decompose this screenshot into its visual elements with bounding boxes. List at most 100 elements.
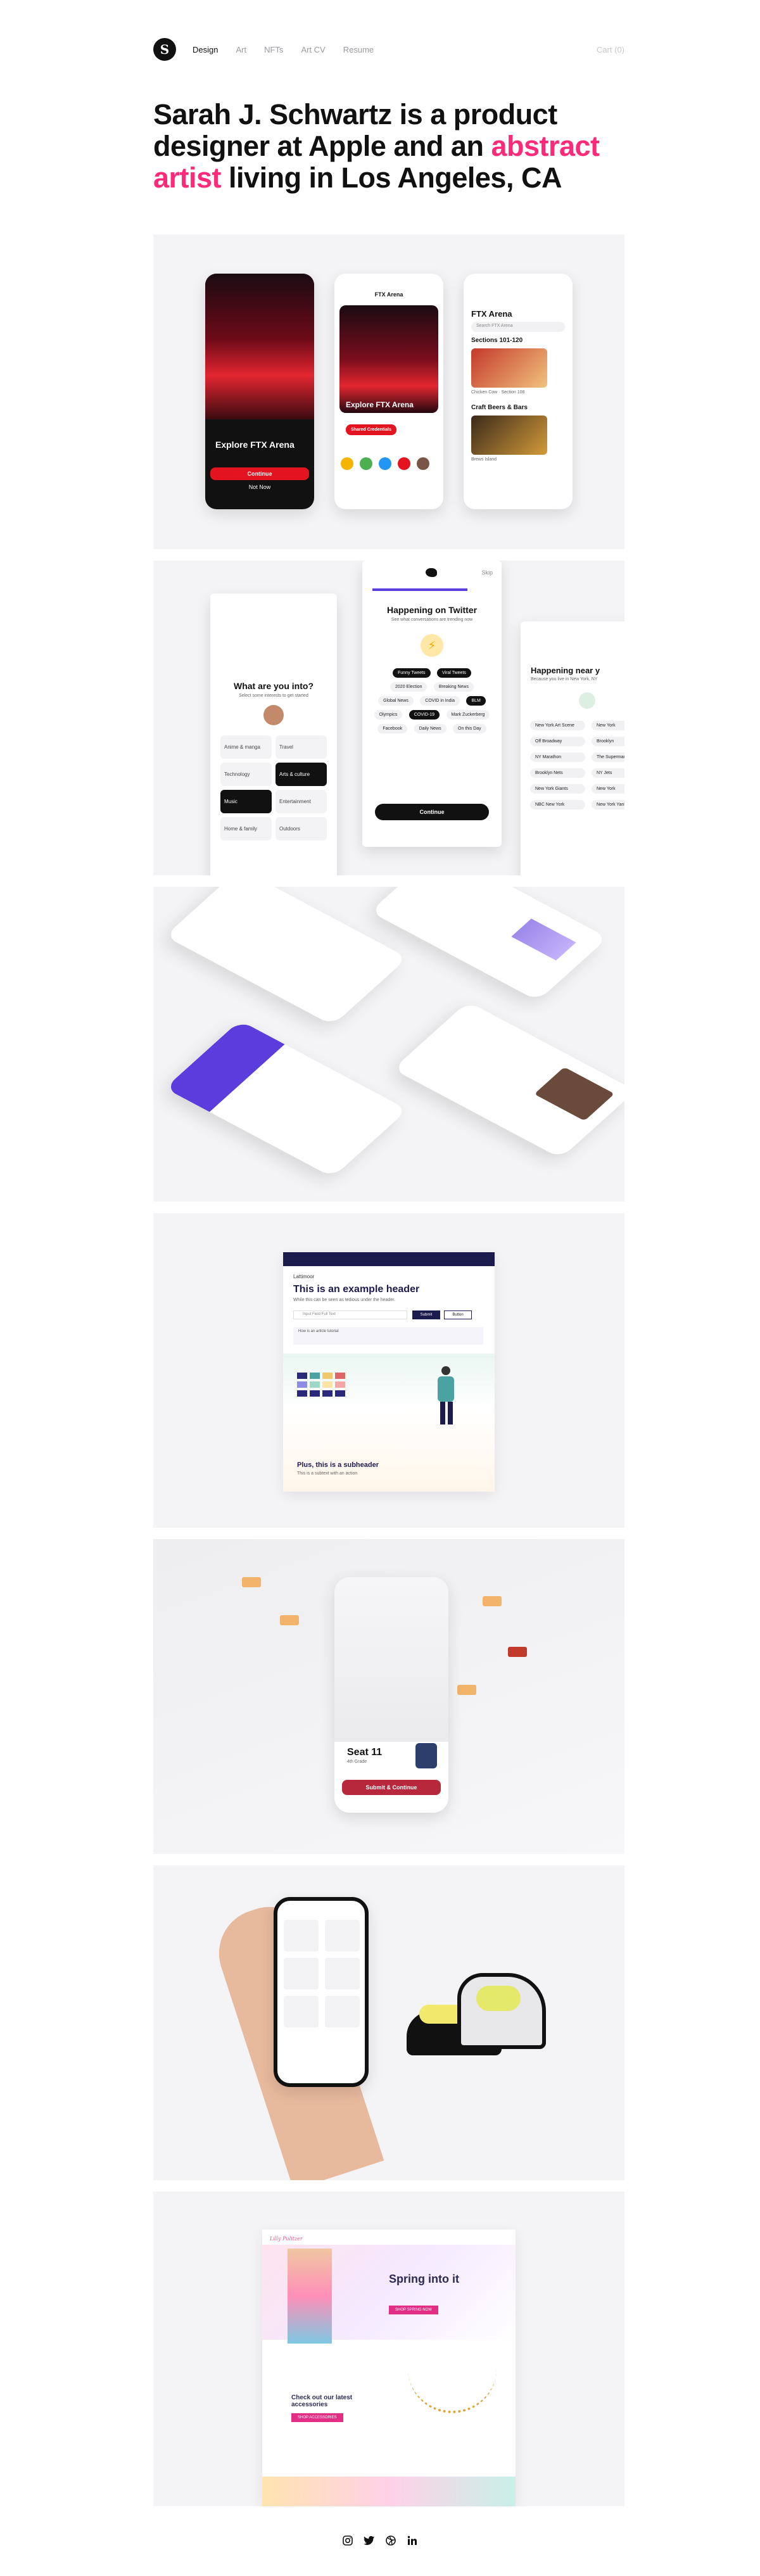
product-card[interactable] — [325, 1920, 360, 1951]
instagram-icon[interactable] — [341, 2534, 354, 2547]
food-image[interactable] — [471, 348, 547, 388]
pill[interactable]: New York — [592, 784, 624, 794]
pill[interactable]: Viral Tweets — [437, 668, 471, 678]
project-isometric-app[interactable] — [153, 887, 624, 1202]
interest-tile[interactable]: Travel — [276, 735, 327, 759]
product-card[interactable] — [284, 1920, 319, 1951]
seat-title: Seat 11 — [347, 1747, 383, 1758]
purple-header — [165, 1020, 285, 1112]
pill[interactable]: Facebook — [377, 724, 408, 733]
search-input[interactable]: Search FTX Arena — [471, 322, 565, 332]
pill[interactable]: COVID in India — [420, 696, 460, 706]
continue-button[interactable]: Continue — [375, 804, 489, 820]
not-now-link[interactable]: Not Now — [205, 484, 314, 490]
twitter-icon[interactable] — [363, 2534, 376, 2547]
seat-map[interactable] — [334, 1577, 448, 1742]
pill[interactable]: New York Art Scene — [530, 721, 585, 730]
nav-links: Design Art NFTs Art CV Resume — [193, 45, 374, 54]
chair-icon — [415, 1743, 437, 1768]
bottom-banner — [262, 2477, 516, 2506]
project-twitter-onboarding[interactable]: What are you into? Select some interests… — [153, 561, 624, 875]
progress-bar — [372, 588, 467, 591]
interest-tile-selected[interactable]: Arts & culture — [276, 763, 327, 786]
product-card[interactable] — [284, 1996, 319, 2027]
ftx-card-title: Explore FTX Arena — [346, 400, 414, 409]
shared-credentials-button[interactable]: Shared Credentials — [346, 424, 396, 435]
interest-tile[interactable]: Outdoors — [276, 817, 327, 841]
pill[interactable]: NBC New York — [530, 800, 585, 809]
beer-image[interactable] — [471, 416, 547, 455]
doc-input[interactable]: Input Field Full Text — [293, 1310, 407, 1319]
continue-button[interactable]: Continue — [210, 467, 309, 480]
interest-tile[interactable]: Entertainment — [276, 790, 327, 813]
cart-link[interactable]: Cart (0) — [597, 45, 624, 54]
submit-button[interactable]: Submit — [412, 1310, 440, 1319]
pill[interactable]: New York Yankees — [592, 800, 624, 809]
top-nav: S Design Art NFTs Art CV Resume Cart (0) — [153, 37, 624, 62]
shop-spring-button[interactable]: SHOP SPRING NOW — [389, 2306, 438, 2314]
nav-link-art-cv[interactable]: Art CV — [301, 45, 325, 54]
secondary-button[interactable]: Button — [444, 1310, 472, 1319]
seat-sub: 4th Grade — [347, 1760, 367, 1764]
pill[interactable]: New York Giants — [530, 784, 585, 794]
nav-link-resume[interactable]: Resume — [343, 45, 374, 54]
pill[interactable]: Breaking News — [433, 682, 474, 692]
brand-logo[interactable]: Lilly Pulitzer — [270, 2236, 303, 2242]
pill[interactable]: The Supermarket — [592, 752, 624, 762]
twitter-phone-left: What are you into? Select some interests… — [210, 593, 337, 875]
seat-phone: Seat 11 4th Grade Submit & Continue — [334, 1577, 448, 1813]
pill[interactable]: BLM — [466, 696, 486, 706]
shop-accessories-button[interactable]: SHOP ACCESSORIES — [291, 2413, 343, 2422]
pill[interactable]: Brooklyn — [592, 737, 624, 746]
ftx-phone-2: FTX Arena Explore FTX Arena Shared Crede… — [334, 274, 443, 509]
product-card[interactable] — [325, 1996, 360, 2027]
pill[interactable]: 2020 Election — [390, 682, 428, 692]
project-lilly-pulitzer[interactable]: Lilly Pulitzer Spring into it SHOP SPRIN… — [153, 2192, 624, 2506]
pill[interactable]: Off Broadway — [530, 737, 585, 746]
product-card[interactable] — [325, 1958, 360, 1989]
pill[interactable]: Mark Zuckerberg — [446, 710, 490, 720]
product-card[interactable] — [284, 1958, 319, 1989]
pill[interactable]: New York — [592, 721, 624, 730]
skip-link[interactable]: Skip — [481, 569, 493, 576]
pill[interactable]: NY Jets — [592, 768, 624, 778]
pill[interactable]: COVID-19 — [408, 710, 440, 720]
nav-link-design[interactable]: Design — [193, 45, 218, 54]
pill[interactable]: Olympics — [374, 710, 403, 720]
logo-icon[interactable]: S — [153, 38, 176, 61]
nav-link-nfts[interactable]: NFTs — [264, 45, 283, 54]
project-design-system[interactable]: Lattimoor This is an example header Whil… — [153, 1213, 624, 1528]
nearby-sub: Because you live in New York, NY — [531, 677, 598, 682]
chart-line — [511, 918, 576, 961]
interest-grid: Anime & manga Travel Technology Arts & c… — [220, 735, 327, 841]
pill[interactable]: Funny Tweets — [393, 668, 431, 678]
ftx-list-title: FTX Arena — [471, 309, 512, 319]
interest-tile[interactable]: Home & family — [220, 817, 272, 841]
trending-pills: Funny Tweets Viral Tweets 2020 Election … — [371, 666, 493, 735]
color-swatches — [297, 1373, 345, 1397]
project-seat-picker[interactable]: Seat 11 4th Grade Submit & Continue — [153, 1539, 624, 1854]
sneaker-phone — [274, 1897, 369, 2087]
doc-sub: While this can be seen as tedious under … — [293, 1298, 396, 1302]
pill[interactable]: Brooklyn Nets — [530, 768, 585, 778]
project-ftx-arena[interactable]: Explore FTX Arena Continue Not Now FTX A… — [153, 234, 624, 549]
interest-tile[interactable]: Technology — [220, 763, 272, 786]
submit-continue-button[interactable]: Submit & Continue — [342, 1780, 441, 1795]
pill[interactable]: NY Marathon — [530, 752, 585, 762]
happening-title: Happening on Twitter — [386, 605, 478, 615]
lightning-icon: ⚡ — [421, 634, 443, 657]
pill[interactable]: Global News — [378, 696, 414, 706]
subheader: Plus, this is a subheader — [297, 1461, 379, 1469]
dribbble-icon[interactable] — [384, 2534, 397, 2547]
iso-screen-2 — [370, 887, 608, 1001]
project-sneaker-app[interactable] — [153, 1865, 624, 2180]
linkedin-icon[interactable] — [406, 2534, 419, 2547]
nav-link-art[interactable]: Art — [236, 45, 246, 54]
nearby-pills: New York Art Scene New York Off Broadway… — [528, 719, 624, 811]
interest-tile[interactable]: Anime & manga — [220, 735, 272, 759]
interest-tile-selected[interactable]: Music — [220, 790, 272, 813]
pill[interactable]: On this Day — [453, 724, 486, 733]
pill[interactable]: Daily News — [414, 724, 446, 733]
bars-heading: Craft Beers & Bars — [471, 404, 528, 411]
ftx-phone-1: Explore FTX Arena Continue Not Now — [205, 274, 314, 509]
